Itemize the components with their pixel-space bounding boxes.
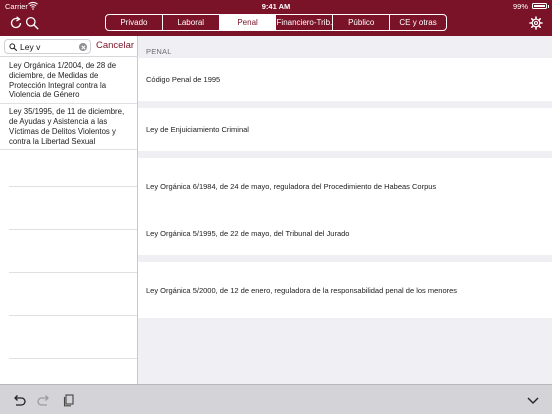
- battery-percentage: 99%: [512, 2, 528, 11]
- search-panel: Cancelar Ley Orgánica 1/2004, de 28 de d…: [0, 36, 138, 384]
- copy-icon[interactable]: [62, 394, 76, 407]
- clear-search-icon[interactable]: [79, 43, 87, 51]
- list-separator: [9, 272, 137, 273]
- navigation-bar: Carrier 9:41 AM 99% Privado Laboral Pena…: [0, 0, 552, 36]
- search-result-item[interactable]: Ley Orgánica 1/2004, de 28 de diciembre,…: [0, 58, 137, 105]
- category-tabs: Privado Laboral Penal Financiero-Trib. P…: [105, 14, 447, 31]
- law-item[interactable]: Ley Orgánica 5/1995, de 22 de mayo, del …: [138, 212, 552, 255]
- list-separator: [9, 229, 137, 230]
- tab-laboral[interactable]: Laboral: [163, 15, 220, 30]
- gear-icon[interactable]: [529, 16, 543, 30]
- list-separator: [9, 186, 137, 187]
- search-input[interactable]: [20, 41, 76, 52]
- search-icon[interactable]: [25, 16, 39, 30]
- law-item[interactable]: Código Penal de 1995: [138, 58, 552, 101]
- law-item[interactable]: Ley Orgánica 6/1984, de 24 de mayo, regu…: [138, 158, 552, 214]
- search-field[interactable]: [4, 39, 91, 54]
- law-list-panel: PENAL Código Penal de 1995 Ley de Enjuic…: [138, 36, 552, 384]
- chevron-down-icon[interactable]: [526, 394, 540, 407]
- tab-financiero-trib[interactable]: Financiero-Trib.: [276, 15, 334, 30]
- redo-icon[interactable]: [37, 394, 51, 407]
- list-separator: [9, 358, 137, 359]
- search-icon: [9, 43, 17, 51]
- search-results-list: Ley Orgánica 1/2004, de 28 de diciembre,…: [0, 58, 137, 151]
- list-separator: [9, 315, 137, 316]
- law-item[interactable]: Ley de Enjuiciamiento Criminal: [138, 108, 552, 151]
- refresh-icon[interactable]: [9, 16, 23, 30]
- bottom-toolbar: [0, 384, 552, 414]
- tab-penal[interactable]: Penal: [219, 15, 277, 30]
- tab-publico[interactable]: Público: [333, 15, 391, 30]
- undo-icon[interactable]: [12, 394, 26, 407]
- search-result-item[interactable]: Ley 35/1995, de 11 de diciembre, de Ayud…: [0, 104, 137, 151]
- search-bar: Cancelar: [0, 36, 138, 57]
- tab-privado[interactable]: Privado: [106, 15, 163, 30]
- tab-ce-y-otras[interactable]: CE y otras: [390, 15, 446, 30]
- law-item[interactable]: Ley Orgánica 5/2000, de 12 de enero, reg…: [138, 262, 552, 318]
- status-bar: Carrier 9:41 AM 99%: [0, 0, 552, 12]
- section-header: PENAL: [146, 47, 172, 56]
- battery-icon: [532, 3, 549, 9]
- status-time: 9:41 AM: [261, 2, 291, 11]
- cancel-button[interactable]: Cancelar: [96, 40, 134, 51]
